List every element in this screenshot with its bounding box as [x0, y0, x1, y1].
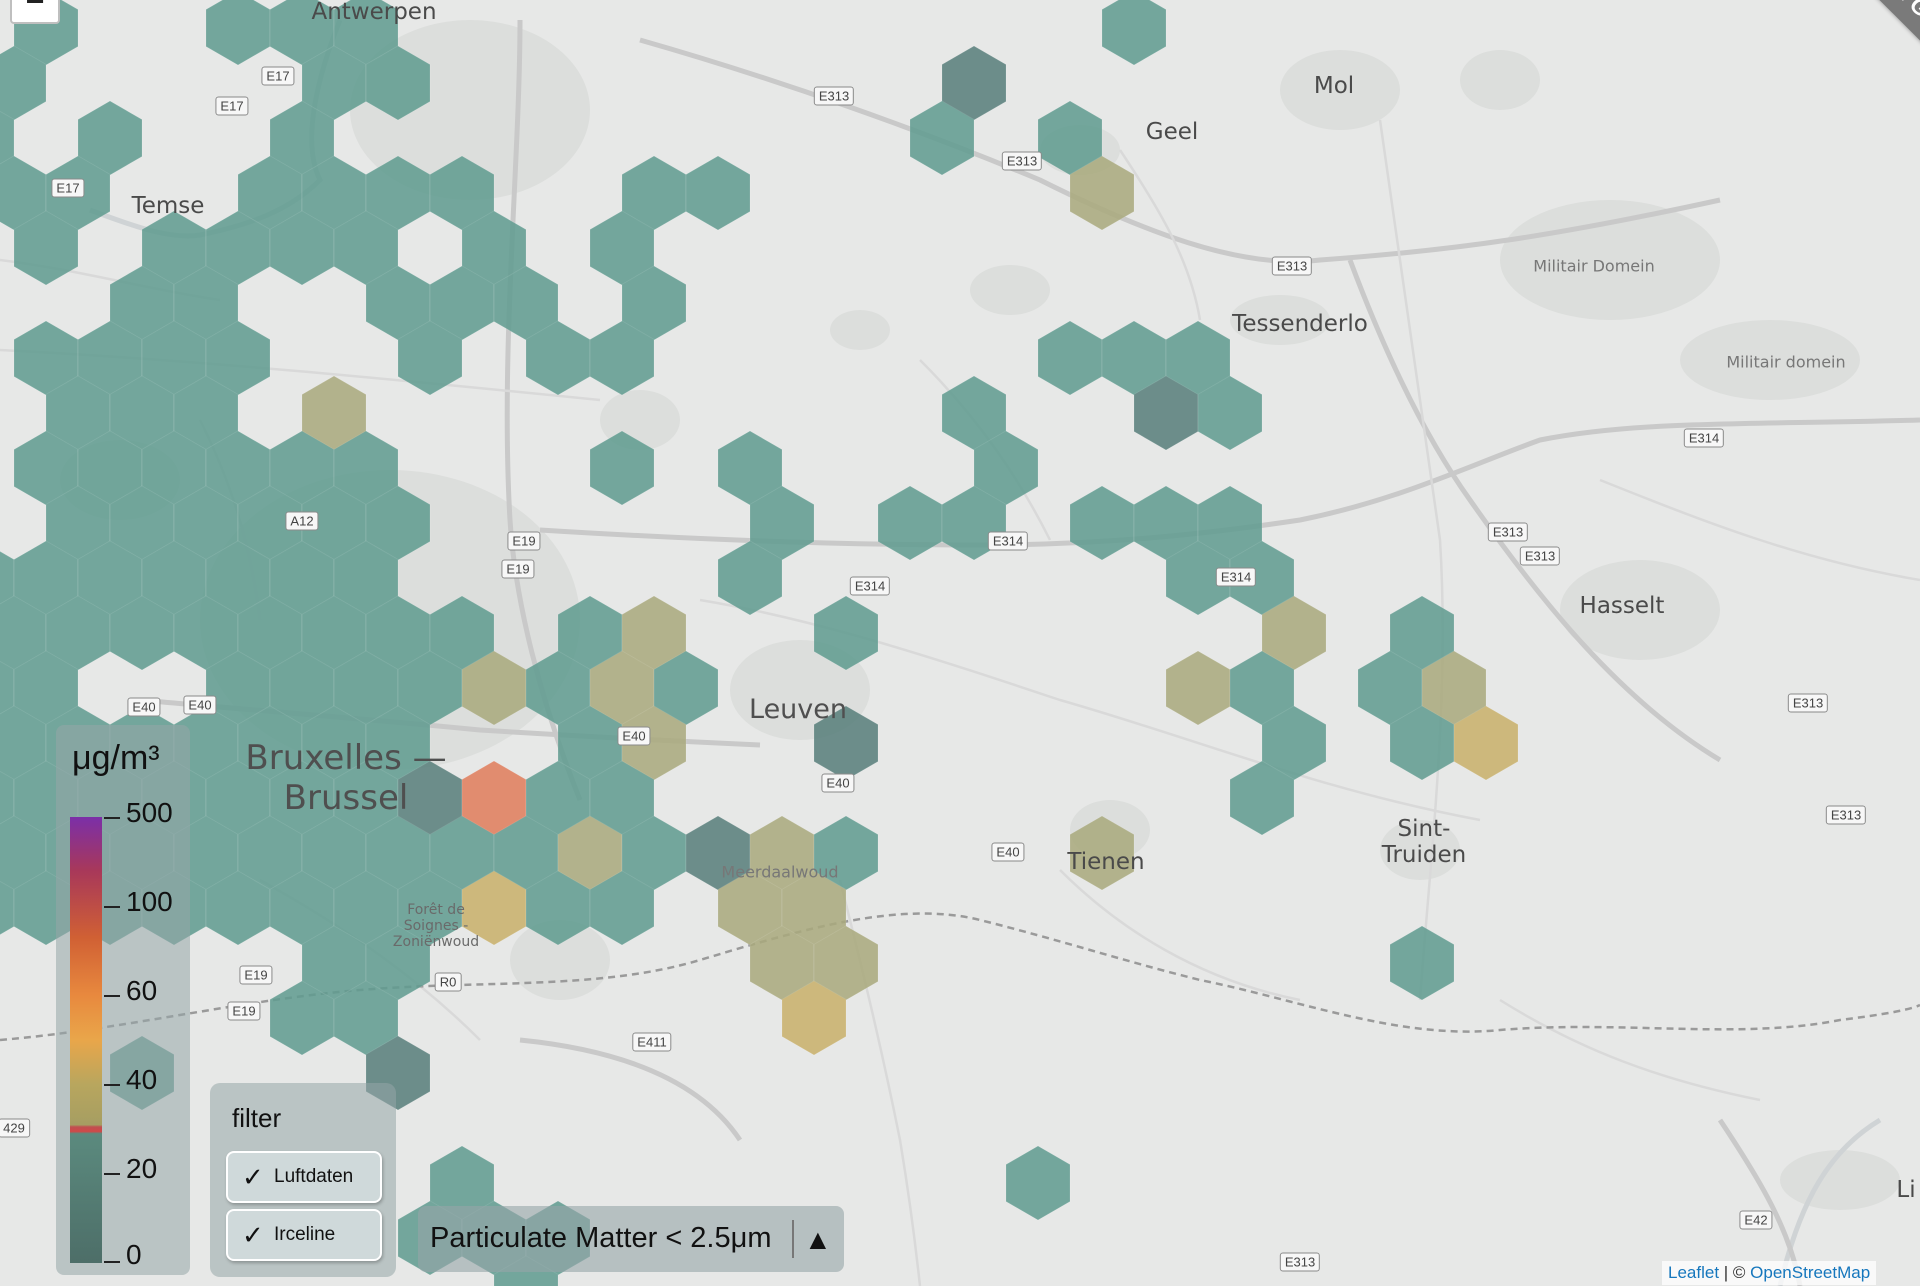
road-shield: E314	[987, 531, 1029, 551]
road-shield: E17	[215, 96, 249, 116]
place-label: Tienen	[1067, 849, 1145, 875]
road-shield: E313	[1787, 693, 1829, 713]
road-shield: E40	[821, 773, 855, 793]
filter-option-label: Luftdaten	[274, 1166, 354, 1187]
place-label: Militair Domein	[1533, 256, 1655, 276]
place-label: Sint-Truiden	[1381, 816, 1467, 868]
zoom-out-button[interactable]: −	[10, 0, 60, 24]
road-shield: E19	[501, 559, 535, 579]
pollutant-label: Particulate Matter < 2.5μm	[430, 1222, 772, 1254]
hex-cell[interactable]	[1389, 925, 1455, 1001]
place-label: Geel	[1145, 119, 1199, 145]
legend-tick	[104, 1173, 120, 1175]
road-shield: R0	[434, 972, 462, 992]
legend-tick-label: 100	[126, 886, 173, 917]
filter-title: filter	[232, 1103, 282, 1133]
filter-option-label: Irceline	[274, 1224, 336, 1245]
place-label: Antwerpen	[311, 0, 437, 25]
place-label: Mol	[1313, 73, 1355, 99]
road-shield: E17	[261, 66, 295, 86]
hex-cell[interactable]	[877, 485, 943, 561]
legend-tick	[104, 1261, 120, 1263]
legend-tick-label: 40	[126, 1064, 158, 1095]
road-shield: E313	[1487, 522, 1529, 542]
legend-tick	[104, 817, 120, 819]
place-label: Bruxelles — Brussel	[245, 738, 447, 818]
road-shield: E17	[51, 178, 85, 198]
road-shield: E42	[1739, 1210, 1773, 1230]
leaflet-link[interactable]: Leaflet	[1668, 1263, 1719, 1282]
legend-tick-label: 20	[126, 1153, 158, 1184]
hex-cell[interactable]	[1101, 0, 1167, 66]
road-shield: E40	[183, 695, 217, 715]
osm-link[interactable]: OpenStreetMap	[1750, 1263, 1870, 1282]
legend-color-ramp	[70, 817, 102, 1263]
legend-tick	[104, 995, 120, 997]
hex-cell[interactable]	[1069, 485, 1135, 561]
divider	[792, 1220, 794, 1258]
place-label: Li	[1896, 1177, 1916, 1203]
road-shield: E313	[1001, 151, 1043, 171]
hex-cell[interactable]	[1005, 1145, 1071, 1221]
place-label: Forêt de Soignes - Zoniënwoud	[392, 902, 480, 950]
road-shield: E313	[1825, 805, 1867, 825]
legend-unit: μg/m³	[72, 739, 160, 777]
road-shield: E40	[617, 726, 651, 746]
road-shield: E313	[1271, 256, 1313, 276]
hex-cell[interactable]	[685, 155, 751, 231]
place-label: Hasselt	[1579, 593, 1665, 619]
road-shield: E314	[849, 576, 891, 596]
road-shield: E314	[1215, 567, 1257, 587]
legend-tick-label: 0	[126, 1239, 142, 1270]
legend-tick	[104, 1084, 120, 1086]
check-icon: ✓	[242, 1220, 264, 1250]
legend-tick-label: 500	[126, 797, 173, 828]
place-label: Leuven	[749, 694, 847, 725]
map[interactable]: Antwerpen Mol Geel Temse Militair Domein…	[0, 0, 1920, 1286]
road-shield: E40	[991, 842, 1025, 862]
road-shield: E19	[239, 965, 273, 985]
hex-cell[interactable]	[1165, 650, 1231, 726]
place-label: Meerdaalwoud	[721, 862, 839, 882]
road-shield: E19	[507, 531, 541, 551]
road-shield: E313	[813, 86, 855, 106]
road-shield: E411	[632, 1032, 672, 1052]
road-shield: E314	[1683, 428, 1725, 448]
road-shield: 429	[0, 1118, 30, 1138]
road-shield: E313	[1279, 1252, 1321, 1272]
place-label: Tessenderlo	[1232, 311, 1368, 337]
pollutant-selector[interactable]: Particulate Matter < 2.5μm ▲	[418, 1206, 844, 1272]
triangle-up-icon[interactable]: ▲	[804, 1224, 832, 1256]
road-shield: E313	[1519, 546, 1561, 566]
color-legend: μg/m³ 500 100 60 40 20 0	[56, 725, 190, 1275]
road-shield: E19	[227, 1001, 261, 1021]
filter-irceline-toggle[interactable]: ✓ Irceline	[226, 1209, 382, 1261]
map-attribution: Leaflet | © OpenStreetMap	[1662, 1261, 1877, 1285]
road-shield: E40	[127, 697, 161, 717]
road-shield: A12	[285, 511, 319, 531]
place-label: Militair domein	[1726, 352, 1846, 372]
place-label: Temse	[131, 193, 205, 219]
hex-cell[interactable]	[1037, 320, 1103, 396]
hex-cell[interactable]	[205, 0, 271, 66]
filter-luftdaten-toggle[interactable]: ✓ Luftdaten	[226, 1151, 382, 1203]
attribution-separator: | ©	[1719, 1263, 1751, 1282]
check-icon: ✓	[242, 1162, 264, 1192]
legend-tick	[104, 906, 120, 908]
filter-panel: filter ✓ Luftdaten ✓ Irceline	[210, 1083, 396, 1277]
legend-tick-label: 60	[126, 975, 158, 1006]
